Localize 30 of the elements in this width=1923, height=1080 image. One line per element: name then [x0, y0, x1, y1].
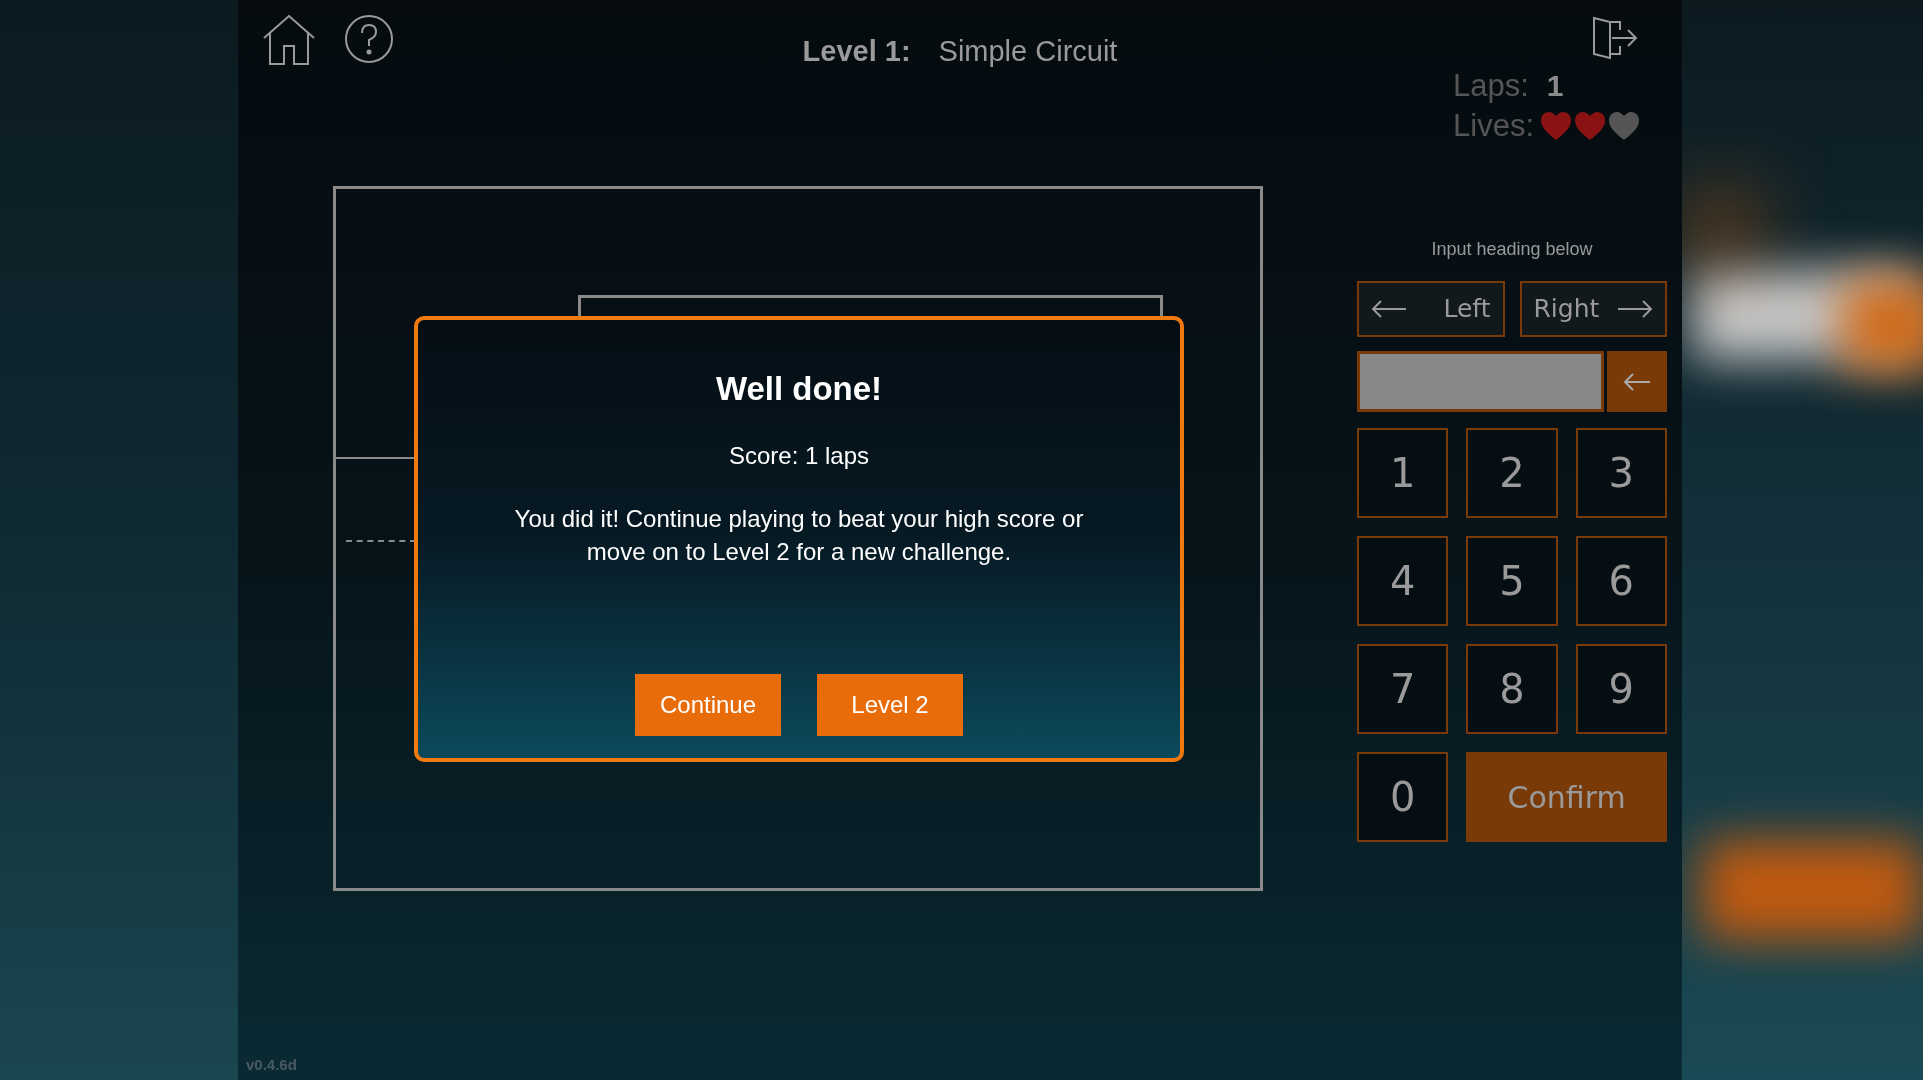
version-label: v0.4.6d — [246, 1054, 297, 1075]
heading-input[interactable] — [1357, 351, 1604, 412]
number-key[interactable]: 9 — [1575, 644, 1667, 734]
laps-count: 1 — [1546, 68, 1564, 104]
backspace-icon — [1623, 371, 1651, 392]
exit-icon[interactable] — [1590, 14, 1638, 62]
input-prompt: Input heading below — [1430, 238, 1594, 261]
number-key[interactable]: 3 — [1575, 428, 1667, 518]
left-arrow-icon — [1371, 299, 1407, 319]
turn-button[interactable]: Left — [1357, 281, 1505, 337]
dialog-message: You did it! Continue playing to beat your high score or move on to Level 2 for a new challenge. — [513, 503, 1085, 567]
number-key[interactable]: 8 — [1466, 644, 1558, 734]
level-title: Simple Circuit — [938, 34, 1118, 69]
laps-label: Laps: — [1453, 67, 1529, 105]
right-arrow-icon — [1617, 299, 1653, 319]
number-key[interactable]: 2 — [1466, 428, 1558, 518]
level-label: Level 1: — [802, 34, 911, 69]
number-key[interactable]: 7 — [1357, 644, 1449, 734]
score-text: Score: 1 laps — [728, 440, 870, 471]
number-key[interactable]: 4 — [1357, 536, 1449, 626]
number-key[interactable]: 5 — [1466, 536, 1558, 626]
lives-label: Lives: — [1453, 107, 1534, 145]
number-key[interactable]: 0 — [1357, 752, 1449, 842]
home-icon[interactable] — [262, 14, 316, 66]
number-key[interactable]: 1 — [1357, 428, 1449, 518]
dialog-title: Well done! — [715, 369, 883, 409]
help-icon[interactable] — [344, 14, 394, 64]
number-key[interactable]: 6 — [1575, 536, 1667, 626]
backspace-button[interactable] — [1607, 351, 1667, 412]
turn-button[interactable]: Right — [1519, 281, 1667, 337]
